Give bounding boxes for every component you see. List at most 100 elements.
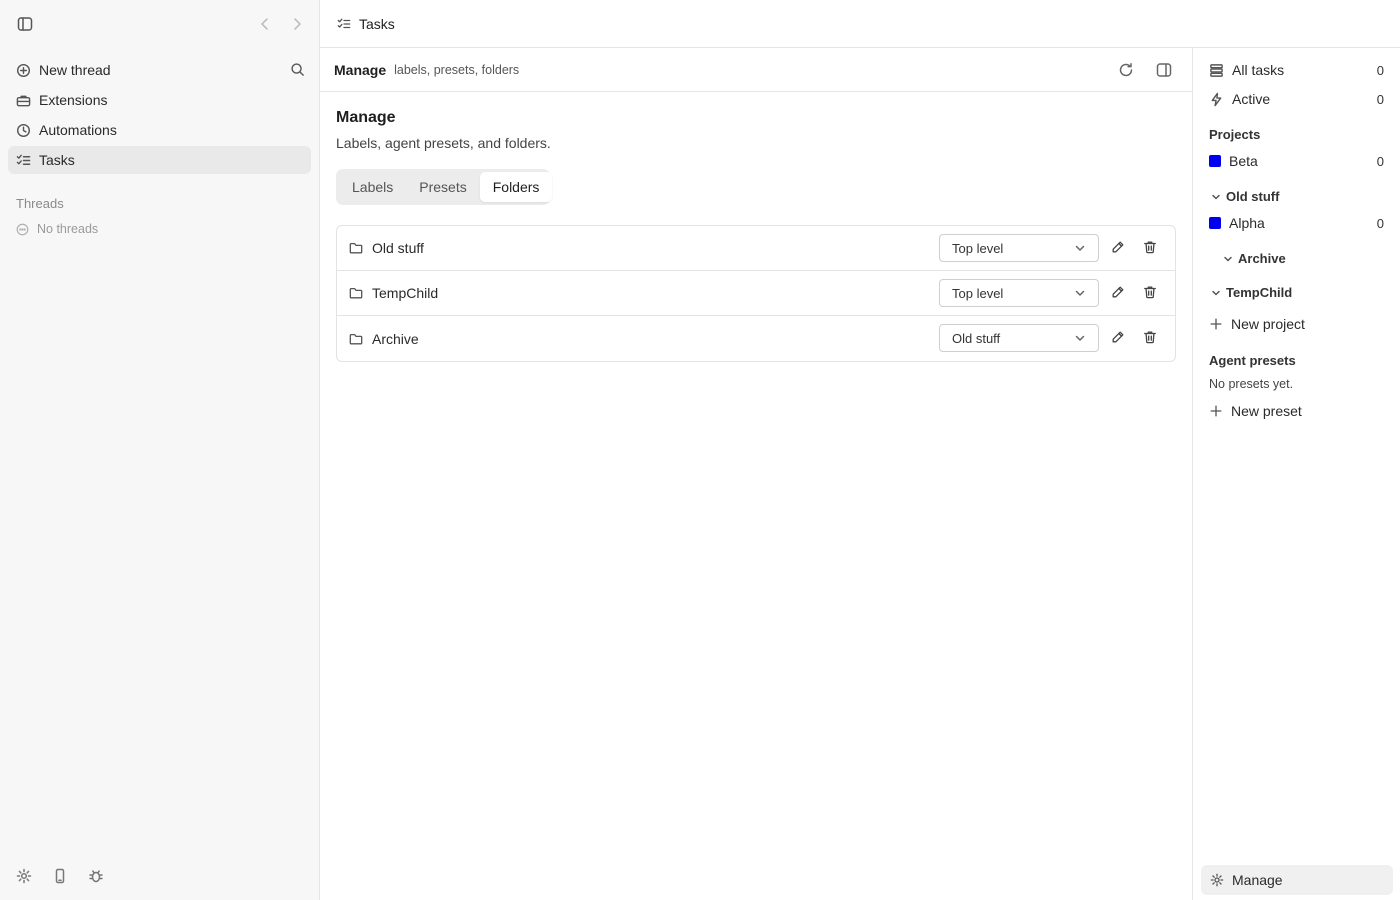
folder-group-archive[interactable]: Archive [1223, 251, 1286, 266]
project-item-alpha[interactable]: Alpha 0 [1209, 212, 1384, 234]
manage-heading: Manage [336, 109, 396, 126]
threads-heading: Threads [16, 196, 64, 211]
chevron-down-icon [1074, 332, 1086, 344]
checklist-icon [337, 17, 351, 31]
filter-all-tasks[interactable]: All tasks 0 [1209, 59, 1384, 81]
forward-arrow-icon[interactable] [289, 16, 305, 32]
manage-button[interactable]: Manage [1201, 865, 1393, 895]
folder-row: TempChild Top level [337, 271, 1175, 316]
parent-folder-select[interactable]: Old stuff [939, 324, 1099, 352]
filter-count: 0 [1376, 91, 1384, 107]
new-preset-label: New preset [1231, 403, 1302, 419]
tab-folders[interactable]: Folders [479, 172, 553, 202]
nav-label: Extensions [39, 92, 108, 108]
edit-pencil-icon[interactable] [1111, 240, 1125, 254]
nav-new-thread[interactable]: New thread [8, 56, 311, 84]
back-arrow-icon[interactable] [257, 16, 273, 32]
panel-toggle-icon[interactable] [1156, 62, 1172, 78]
checklist-icon [16, 153, 31, 168]
manage-tabs: Labels Presets Folders [336, 169, 553, 205]
lightning-icon [1209, 92, 1224, 107]
tab-labels[interactable]: Labels [339, 172, 406, 202]
page-title: Tasks [359, 15, 395, 32]
chat-bubble-icon [16, 223, 29, 236]
nav-label: Tasks [39, 152, 75, 168]
delete-trash-icon[interactable] [1143, 240, 1157, 254]
folder-icon [349, 286, 363, 300]
new-preset-button[interactable]: New preset [1209, 403, 1302, 419]
folder-name: Old stuff [372, 240, 424, 256]
chevron-down-icon [1211, 192, 1221, 202]
project-item-beta[interactable]: Beta 0 [1209, 150, 1384, 172]
refresh-icon[interactable] [1118, 62, 1134, 78]
subbar-subtitle: labels, presets, folders [394, 62, 520, 77]
left-sidebar: New thread Extensions Automations Tasks … [0, 0, 320, 900]
parent-folder-value: Old stuff [952, 330, 1001, 346]
search-icon[interactable] [290, 62, 305, 77]
subbar-title: Manage [334, 61, 387, 78]
settings-gear-icon[interactable] [16, 868, 32, 884]
gear-icon [1210, 873, 1224, 887]
folder-row: Archive Old stuff [337, 316, 1175, 361]
nav-automations[interactable]: Automations [8, 116, 311, 144]
plus-icon [1209, 317, 1223, 331]
project-label: Alpha [1229, 215, 1265, 231]
right-sidebar: All tasks 0 Active 0 Projects Beta 0 Old… [1192, 48, 1400, 900]
parent-folder-select[interactable]: Top level [939, 234, 1099, 262]
bug-icon[interactable] [88, 868, 104, 884]
folder-group-tempchild[interactable]: TempChild [1211, 285, 1292, 300]
manage-label: Manage [1232, 872, 1283, 888]
folder-row: Old stuff Top level [337, 226, 1175, 271]
folder-group-label: Old stuff [1226, 189, 1280, 204]
filter-label: Active [1232, 91, 1271, 107]
project-count: 0 [1376, 153, 1384, 169]
sidebar-toggle-icon[interactable] [17, 16, 33, 32]
tab-presets[interactable]: Presets [406, 172, 479, 202]
nav-label: Automations [39, 122, 117, 138]
delete-trash-icon[interactable] [1143, 330, 1157, 344]
folder-group-old-stuff[interactable]: Old stuff [1211, 189, 1279, 204]
stack-icon [1209, 63, 1224, 78]
project-count: 0 [1376, 215, 1384, 231]
filter-count: 0 [1376, 62, 1384, 78]
plus-circle-icon [16, 63, 31, 78]
parent-folder-value: Top level [952, 240, 1004, 256]
manage-description: Labels, agent presets, and folders. [336, 135, 551, 151]
clock-icon [16, 123, 31, 138]
edit-pencil-icon[interactable] [1111, 330, 1125, 344]
no-threads-text: No threads [37, 222, 99, 236]
new-project-label: New project [1231, 316, 1305, 332]
no-threads-placeholder: No threads [16, 222, 98, 236]
new-project-button[interactable]: New project [1209, 316, 1305, 332]
nav-tasks[interactable]: Tasks [8, 146, 311, 174]
filter-label: All tasks [1232, 62, 1285, 78]
parent-folder-select[interactable]: Top level [939, 279, 1099, 307]
nav-extensions[interactable]: Extensions [8, 86, 311, 114]
manage-subbar: Manage labels, presets, folders [320, 48, 1192, 92]
chevron-down-icon [1074, 242, 1086, 254]
manage-panel: Manage labels, presets, folders Manage L… [320, 48, 1192, 900]
delete-trash-icon[interactable] [1143, 285, 1157, 299]
folders-list: Old stuff Top level TempChild Top level [336, 225, 1176, 362]
chevron-down-icon [1223, 254, 1233, 264]
plus-icon [1209, 404, 1223, 418]
window-titlebar: Tasks [320, 0, 1400, 48]
project-color-swatch [1209, 155, 1221, 167]
projects-heading: Projects [1209, 127, 1261, 142]
edit-pencil-icon[interactable] [1111, 285, 1125, 299]
chevron-down-icon [1074, 287, 1086, 299]
mobile-device-icon[interactable] [52, 868, 68, 884]
sidebar-footer [16, 868, 104, 884]
sidebar-topbar [0, 0, 319, 48]
folder-group-label: Archive [1238, 251, 1286, 266]
folder-icon [349, 332, 363, 346]
agent-presets-heading: Agent presets [1209, 353, 1296, 368]
project-label: Beta [1229, 153, 1258, 169]
folder-name: Archive [372, 330, 419, 347]
nav-label: New thread [39, 62, 111, 78]
filter-active[interactable]: Active 0 [1209, 88, 1384, 110]
folder-name: TempChild [372, 285, 439, 301]
briefcase-icon [16, 93, 31, 108]
folder-group-label: TempChild [1226, 285, 1293, 300]
parent-folder-value: Top level [952, 285, 1004, 301]
